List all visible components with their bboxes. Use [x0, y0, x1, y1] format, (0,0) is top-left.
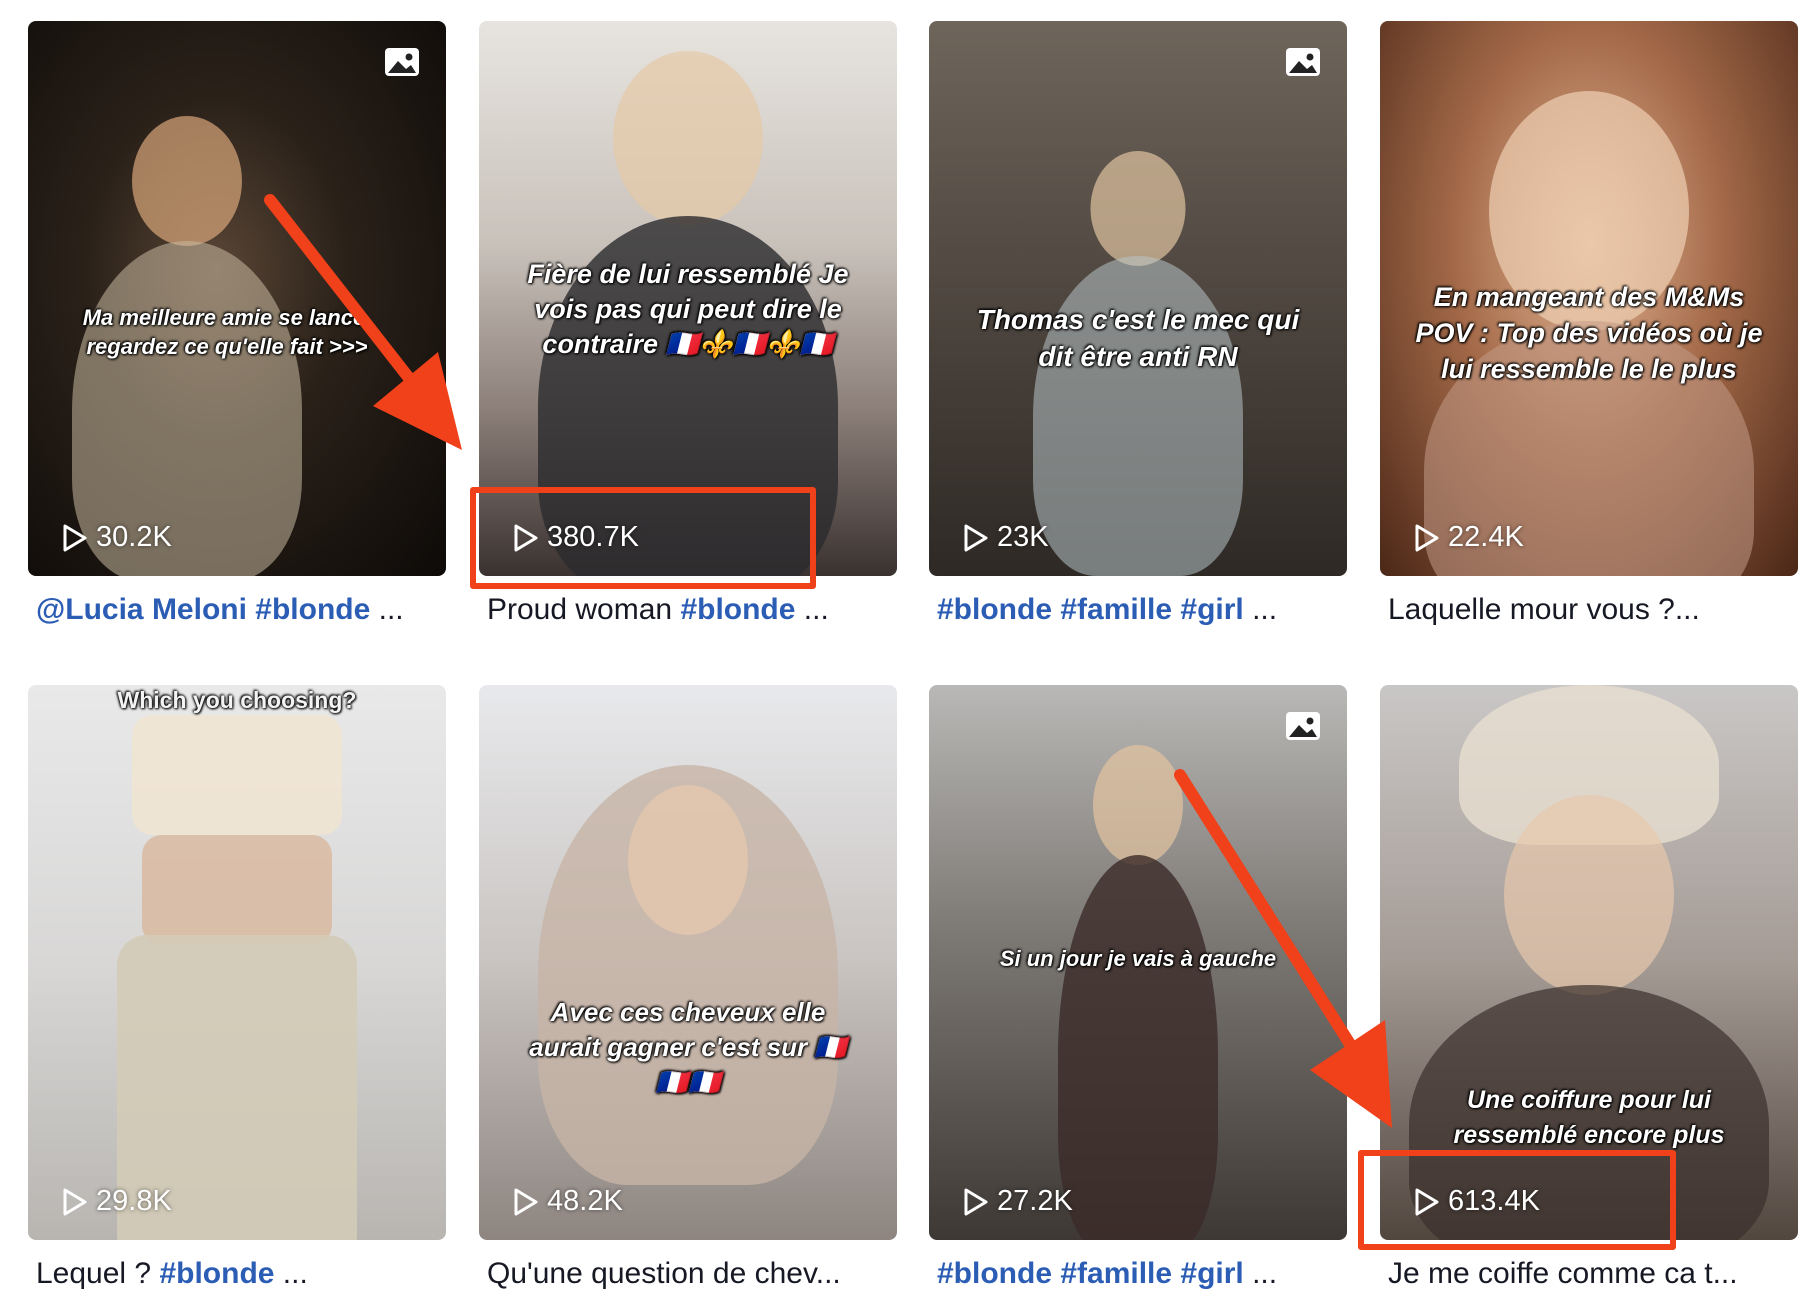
annotation-arrows — [264, 194, 1392, 1128]
arrow-icon — [264, 194, 462, 450]
video-grid: Ma meilleure amie se lance, regardez ce … — [0, 0, 1820, 1316]
arrow-icon — [1174, 769, 1392, 1128]
